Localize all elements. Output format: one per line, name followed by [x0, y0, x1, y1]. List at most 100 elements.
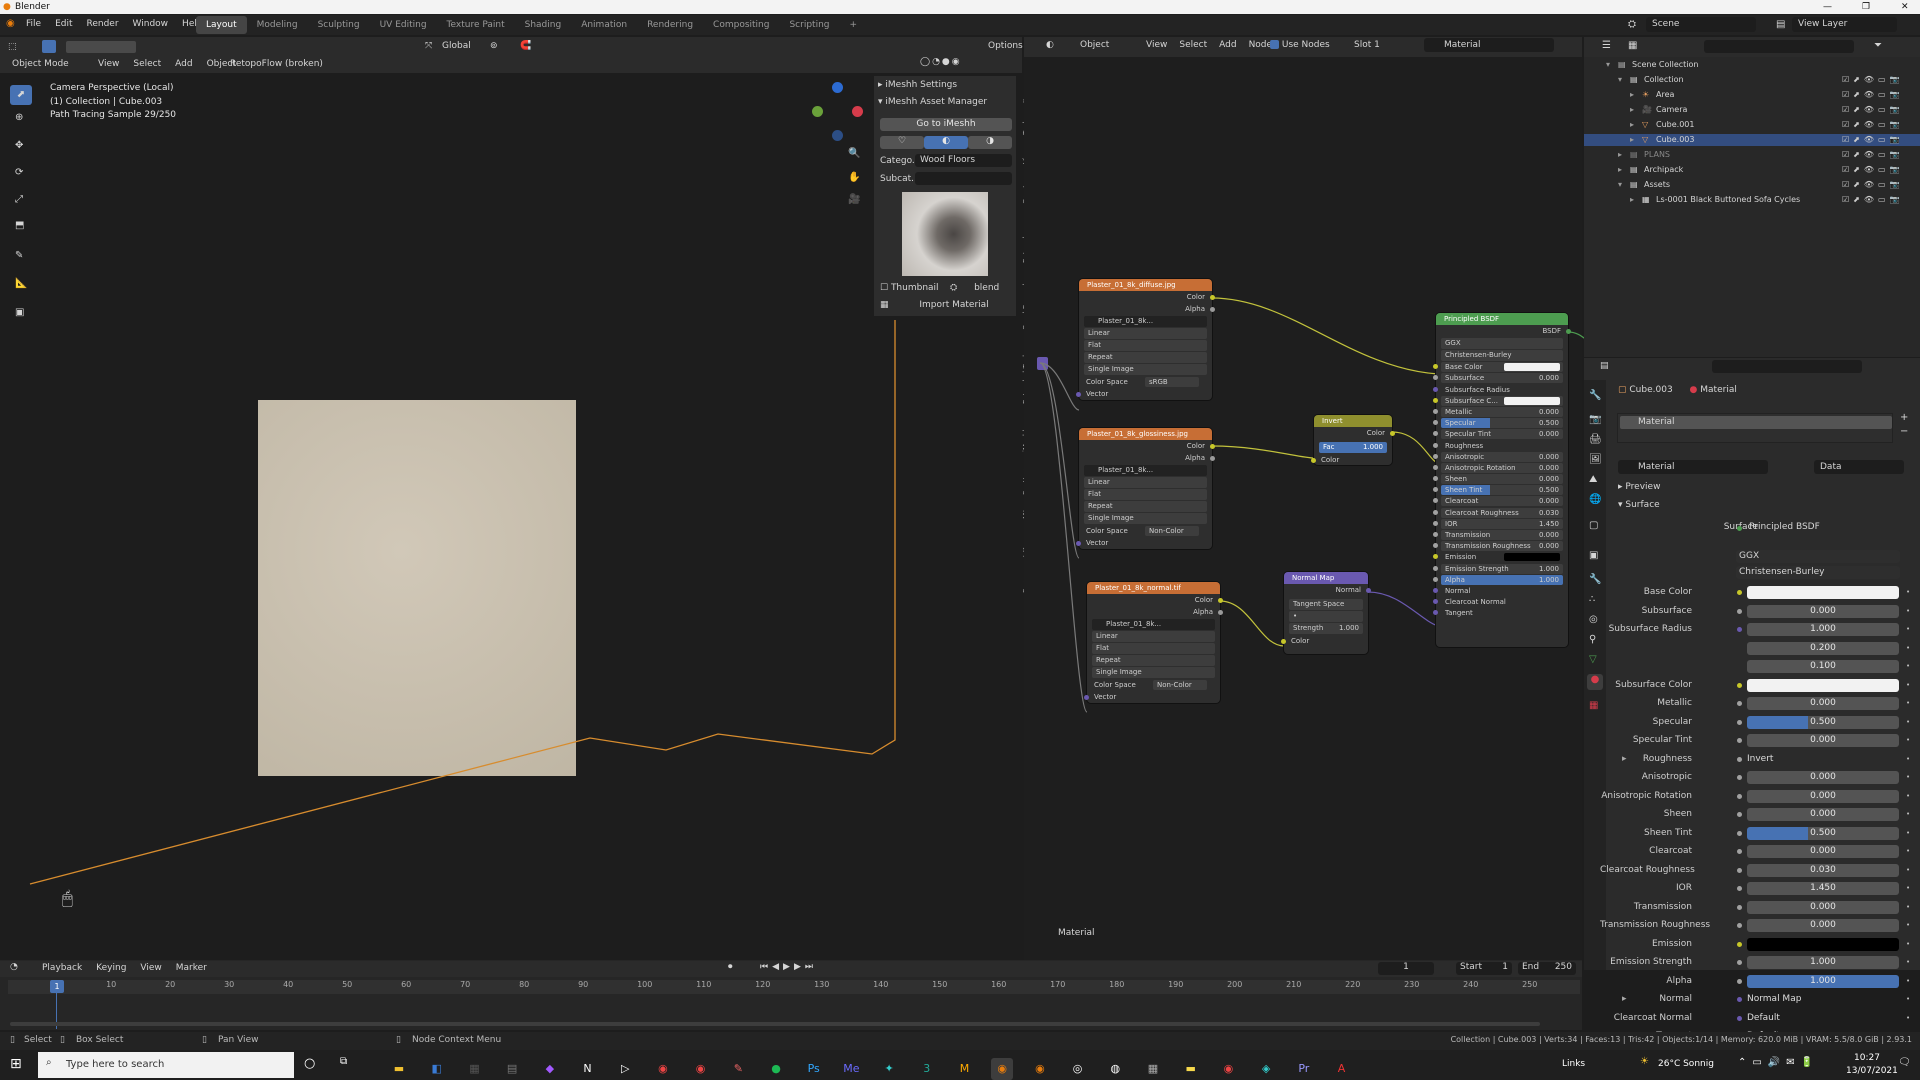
- links-label[interactable]: Links: [1562, 1059, 1585, 1069]
- visibility-toggles[interactable]: ☑⬈👁▭📷: [1842, 119, 1904, 131]
- keyframe-dot-icon[interactable]: •: [1906, 974, 1910, 989]
- import-material-button[interactable]: ▦ Import Material: [880, 300, 1012, 310]
- normal-map-node[interactable]: Normal Map Normal Tangent Space • Streng…: [1281, 572, 1371, 654]
- socket-dot-icon[interactable]: [1737, 738, 1742, 743]
- bsdf-input-specular[interactable]: Specular 0.500: [1433, 418, 1563, 429]
- acrobat-icon[interactable]: A: [1331, 1058, 1353, 1080]
- keyframe-dot-icon[interactable]: •: [1906, 696, 1910, 711]
- socket-dot-icon[interactable]: [1737, 719, 1742, 725]
- prop-value-field[interactable]: 1.000: [1747, 623, 1899, 636]
- app-icon[interactable]: ◍: [1104, 1058, 1126, 1080]
- sss-method-dropdown[interactable]: Christensen-Burley: [1736, 566, 1900, 579]
- texture-option-dropdown[interactable]: Repeat: [1084, 501, 1207, 512]
- constraints-tab-icon[interactable]: ⚲: [1589, 634, 1596, 645]
- app-icon[interactable]: ✦: [878, 1058, 900, 1080]
- bsdf-input-subsurface[interactable]: Subsurface 0.000: [1433, 373, 1563, 384]
- socket-dot-icon[interactable]: [1737, 627, 1742, 632]
- physics-tab-icon[interactable]: ◎: [1589, 614, 1598, 625]
- alpha-socket-icon[interactable]: [1210, 456, 1215, 461]
- bsdf-distribution-dropdown[interactable]: GGX: [1441, 338, 1563, 349]
- input-socket-icon[interactable]: [1433, 442, 1438, 448]
- maximize-icon[interactable]: ❐: [1862, 0, 1870, 14]
- keyframe-dot-icon[interactable]: •: [1906, 641, 1910, 656]
- keyframe-dot-icon[interactable]: •: [1906, 733, 1910, 748]
- texture-option-dropdown[interactable]: Flat: [1092, 643, 1215, 654]
- tangent-space-dropdown[interactable]: Tangent Space: [1289, 598, 1363, 610]
- task-view-icon[interactable]: ⧉: [340, 1056, 347, 1067]
- current-frame-field[interactable]: 1: [1378, 962, 1434, 975]
- material-slot-list[interactable]: Material: [1617, 413, 1893, 443]
- color-swatch[interactable]: [1504, 396, 1560, 405]
- prop-value-field[interactable]: [1747, 586, 1899, 599]
- bsdf-input-sheen[interactable]: Sheen 0.000: [1433, 474, 1563, 485]
- bsdf-input-emission-strength[interactable]: Emission Strength 1.000: [1433, 563, 1563, 574]
- expand-chevron-icon[interactable]: ▸: [1630, 194, 1634, 206]
- image-texture-header[interactable]: Plaster_01_8k_normal.tif: [1087, 582, 1220, 594]
- use-nodes-checkbox[interactable]: Use Nodes: [1270, 40, 1330, 50]
- prop-value-field[interactable]: Normal Map: [1747, 992, 1801, 1007]
- socket-dot-icon[interactable]: [1737, 941, 1742, 947]
- keyframe-dot-icon[interactable]: •: [1906, 937, 1910, 952]
- expand-chevron-icon[interactable]: ▸: [1622, 992, 1627, 1007]
- outliner-item[interactable]: ▸ ▦ Ls-0001 Black Buttoned Sofa Cycles ☑⬈👁▭…: [1584, 194, 1920, 206]
- app-icon[interactable]: M: [954, 1058, 976, 1080]
- add-slot-icon[interactable]: +: [1900, 412, 1908, 423]
- socket-dot-icon[interactable]: [1737, 904, 1742, 910]
- texture-option-dropdown[interactable]: Linear: [1084, 328, 1207, 339]
- keyframe-dot-icon[interactable]: •: [1906, 863, 1910, 878]
- bsdf-input-sheen-tint[interactable]: Sheen Tint 0.500: [1433, 485, 1563, 496]
- normal-map-header[interactable]: Normal Map: [1284, 572, 1368, 584]
- socket-dot-icon[interactable]: [1737, 682, 1742, 688]
- socket-dot-icon[interactable]: [1737, 867, 1742, 873]
- input-socket-icon[interactable]: [1433, 476, 1438, 482]
- texture-option-dropdown[interactable]: Linear: [1084, 477, 1207, 488]
- scene-tab-icon[interactable]: ⛰: [1589, 474, 1597, 485]
- premiere-icon[interactable]: Pr: [1293, 1058, 1315, 1080]
- prop-value-field[interactable]: 0.200: [1747, 641, 1899, 655]
- timeline-menu-keying[interactable]: Keying: [96, 963, 126, 973]
- bsdf-input-subsurface-c-[interactable]: Subsurface C...: [1433, 395, 1563, 406]
- imeshh-mode-3[interactable]: ◑: [968, 136, 1012, 149]
- timeline-type-icon[interactable]: ◔: [10, 962, 18, 972]
- display-mode-icon[interactable]: ▦: [1628, 40, 1637, 51]
- outliner-item[interactable]: ▸ ▽ Cube.001 ☑⬈👁▭📷: [1584, 119, 1920, 131]
- preview-section[interactable]: ▸ Preview: [1618, 482, 1660, 492]
- timeline-scrollbar[interactable]: [10, 1022, 1540, 1026]
- socket-dot-icon[interactable]: [1737, 775, 1742, 780]
- socket-dot-icon[interactable]: [1737, 608, 1742, 614]
- taskbar-search-input[interactable]: ⌕ Type here to search: [38, 1052, 294, 1078]
- store-icon[interactable]: ▤: [501, 1058, 523, 1080]
- app-icon[interactable]: ◧: [426, 1058, 448, 1080]
- material-datablock[interactable]: Material: [1618, 460, 1768, 474]
- image-datablock[interactable]: Plaster_01_8k...: [1084, 316, 1207, 327]
- pen-icon[interactable]: ✎: [727, 1058, 749, 1080]
- expand-chevron-icon[interactable]: ▸: [1618, 164, 1622, 176]
- outliner-item[interactable]: ▾ ▤ Collection ☑⬈👁▭📷: [1584, 74, 1920, 86]
- socket-dot-icon[interactable]: [1737, 701, 1742, 706]
- view-layer-selector[interactable]: View Layer: [1792, 17, 1897, 32]
- expand-chevron-icon[interactable]: ▾: [1618, 179, 1622, 191]
- socket-dot-icon[interactable]: [1737, 849, 1742, 854]
- input-socket-icon[interactable]: [1433, 364, 1438, 370]
- alpha-socket-icon[interactable]: [1218, 610, 1223, 615]
- bsdf-input-normal[interactable]: Normal: [1433, 586, 1563, 596]
- vector-socket-icon[interactable]: [1366, 588, 1371, 593]
- bsdf-input-clearcoat[interactable]: Clearcoat 0.000: [1433, 496, 1563, 507]
- node-menu-select[interactable]: Select: [1179, 40, 1207, 50]
- texture-tab-icon[interactable]: ▦: [1589, 700, 1598, 711]
- keyframe-dot-icon[interactable]: •: [1906, 900, 1910, 915]
- input-socket-icon[interactable]: [1433, 453, 1438, 459]
- input-socket-icon[interactable]: [1433, 498, 1438, 504]
- record-icon[interactable]: ⏺: [728, 962, 733, 972]
- outliner-item[interactable]: ▸ ☀ Area ☑⬈👁▭📷: [1584, 89, 1920, 101]
- color-socket-icon[interactable]: [1390, 431, 1395, 436]
- strength-field[interactable]: Strength 1.000: [1289, 622, 1363, 634]
- socket-dot-icon[interactable]: [1737, 978, 1742, 984]
- color-socket-icon[interactable]: [1210, 444, 1215, 449]
- outliner-item[interactable]: ▸ 🎥 Camera ☑⬈👁▭📷: [1584, 104, 1920, 116]
- particles-tab-icon[interactable]: ∴: [1589, 594, 1595, 605]
- photoshop-icon[interactable]: Ps: [803, 1058, 825, 1080]
- invert-node-header[interactable]: Invert: [1314, 415, 1392, 427]
- cortana-icon[interactable]: ○: [304, 1056, 315, 1071]
- keyframe-dot-icon[interactable]: •: [1906, 918, 1910, 933]
